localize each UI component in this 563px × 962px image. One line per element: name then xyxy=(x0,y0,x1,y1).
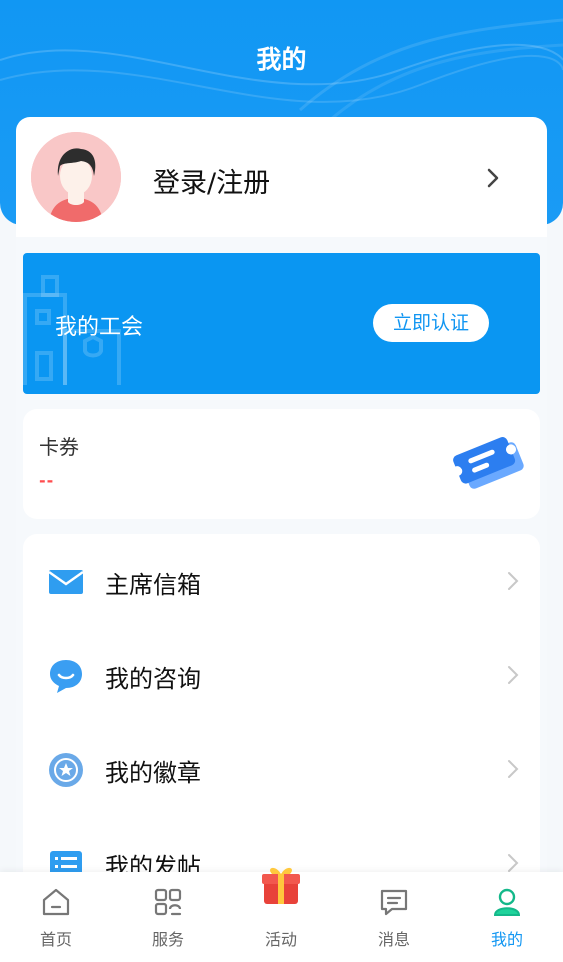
chevron-right-icon xyxy=(508,854,519,872)
tab-label: 首页 xyxy=(39,930,72,949)
menu-item-label: 我的徽章 xyxy=(105,759,201,787)
coupon-count: -- xyxy=(39,471,55,490)
badge-medal-icon xyxy=(49,753,83,787)
tab-label: 消息 xyxy=(377,930,410,949)
home-icon xyxy=(42,888,70,916)
login-register-label[interactable]: 登录/注册 xyxy=(153,161,270,200)
default-avatar-icon xyxy=(31,132,121,222)
tab-activities[interactable]: 活动 xyxy=(225,867,337,962)
avatar[interactable] xyxy=(31,132,121,222)
tab-label: 我的 xyxy=(490,930,523,949)
coupon-title: 卡券 xyxy=(39,435,79,459)
chevron-right-icon[interactable] xyxy=(486,167,500,189)
tab-label: 活动 xyxy=(264,930,297,949)
tab-messages[interactable]: 消息 xyxy=(338,872,450,962)
menu-item-label: 主席信箱 xyxy=(105,571,201,599)
my-union-title: 我的工会 xyxy=(55,315,144,340)
tab-services[interactable]: 服务 xyxy=(112,872,224,962)
menu-item-chairman-mailbox[interactable]: 主席信箱 xyxy=(23,534,540,628)
menu-item-my-consultation[interactable]: 我的咨询 xyxy=(23,628,540,722)
menu-item-label: 我的咨询 xyxy=(105,665,201,693)
bottom-tab-bar: 首页 服务 活动 消息 我的 xyxy=(0,867,563,962)
menu-item-my-badges[interactable]: 我的徽章 xyxy=(23,722,540,816)
mail-icon xyxy=(48,570,84,594)
tab-mine[interactable]: 我的 xyxy=(451,872,563,962)
chat-bubble-icon xyxy=(50,660,82,693)
ticket-coupon-icon xyxy=(453,437,524,489)
certify-now-button[interactable]: 立即认证 xyxy=(373,304,489,342)
page-title: 我的 xyxy=(256,45,307,74)
profile-card[interactable]: 登录/注册 xyxy=(16,117,547,237)
chevron-right-icon xyxy=(508,666,519,684)
menu-list: 主席信箱 我的咨询 我的徽章 我的发帖 xyxy=(23,534,540,894)
message-icon xyxy=(380,889,408,916)
user-profile-icon xyxy=(493,888,521,916)
gift-box-icon xyxy=(262,867,300,904)
tab-home[interactable]: 首页 xyxy=(0,872,112,962)
coupon-card[interactable]: 卡券 -- xyxy=(23,409,540,519)
tab-label: 服务 xyxy=(151,930,184,949)
grid-services-icon xyxy=(154,888,182,916)
chevron-right-icon xyxy=(508,572,519,590)
chevron-right-icon xyxy=(508,760,519,778)
my-union-card[interactable]: 我的工会 立即认证 xyxy=(23,253,540,394)
